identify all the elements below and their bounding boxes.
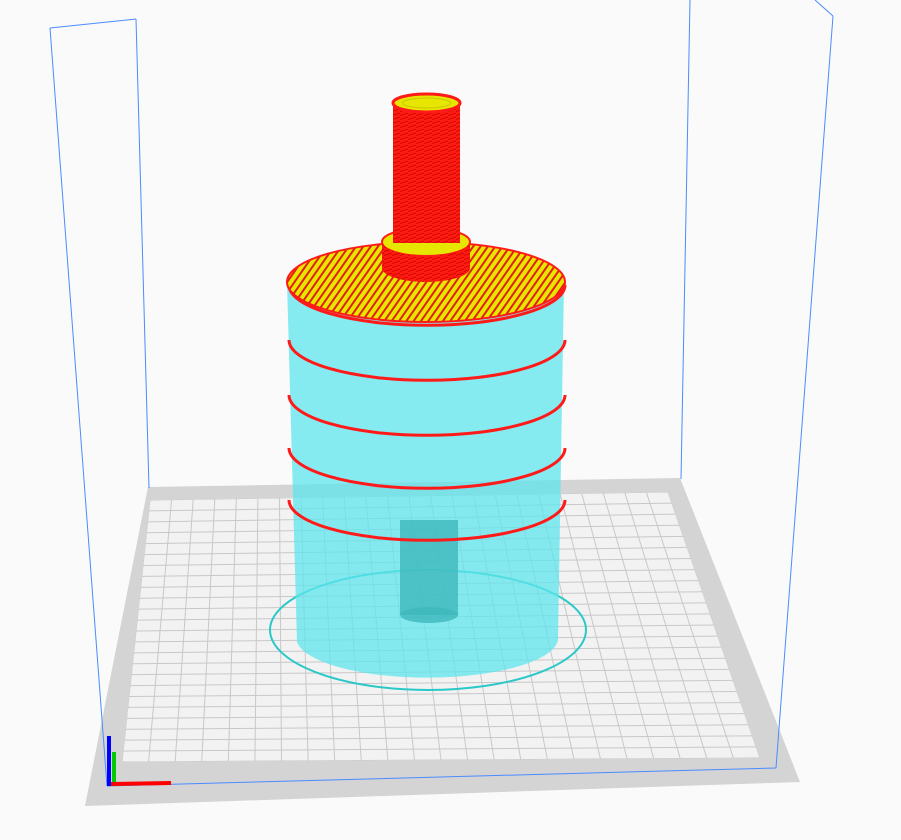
pillar (381, 92, 471, 282)
model[interactable] (286, 92, 567, 678)
inner-core (400, 520, 458, 615)
3d-viewport[interactable] (0, 0, 901, 840)
scene[interactable] (0, 0, 901, 840)
x-axis (110, 781, 172, 786)
